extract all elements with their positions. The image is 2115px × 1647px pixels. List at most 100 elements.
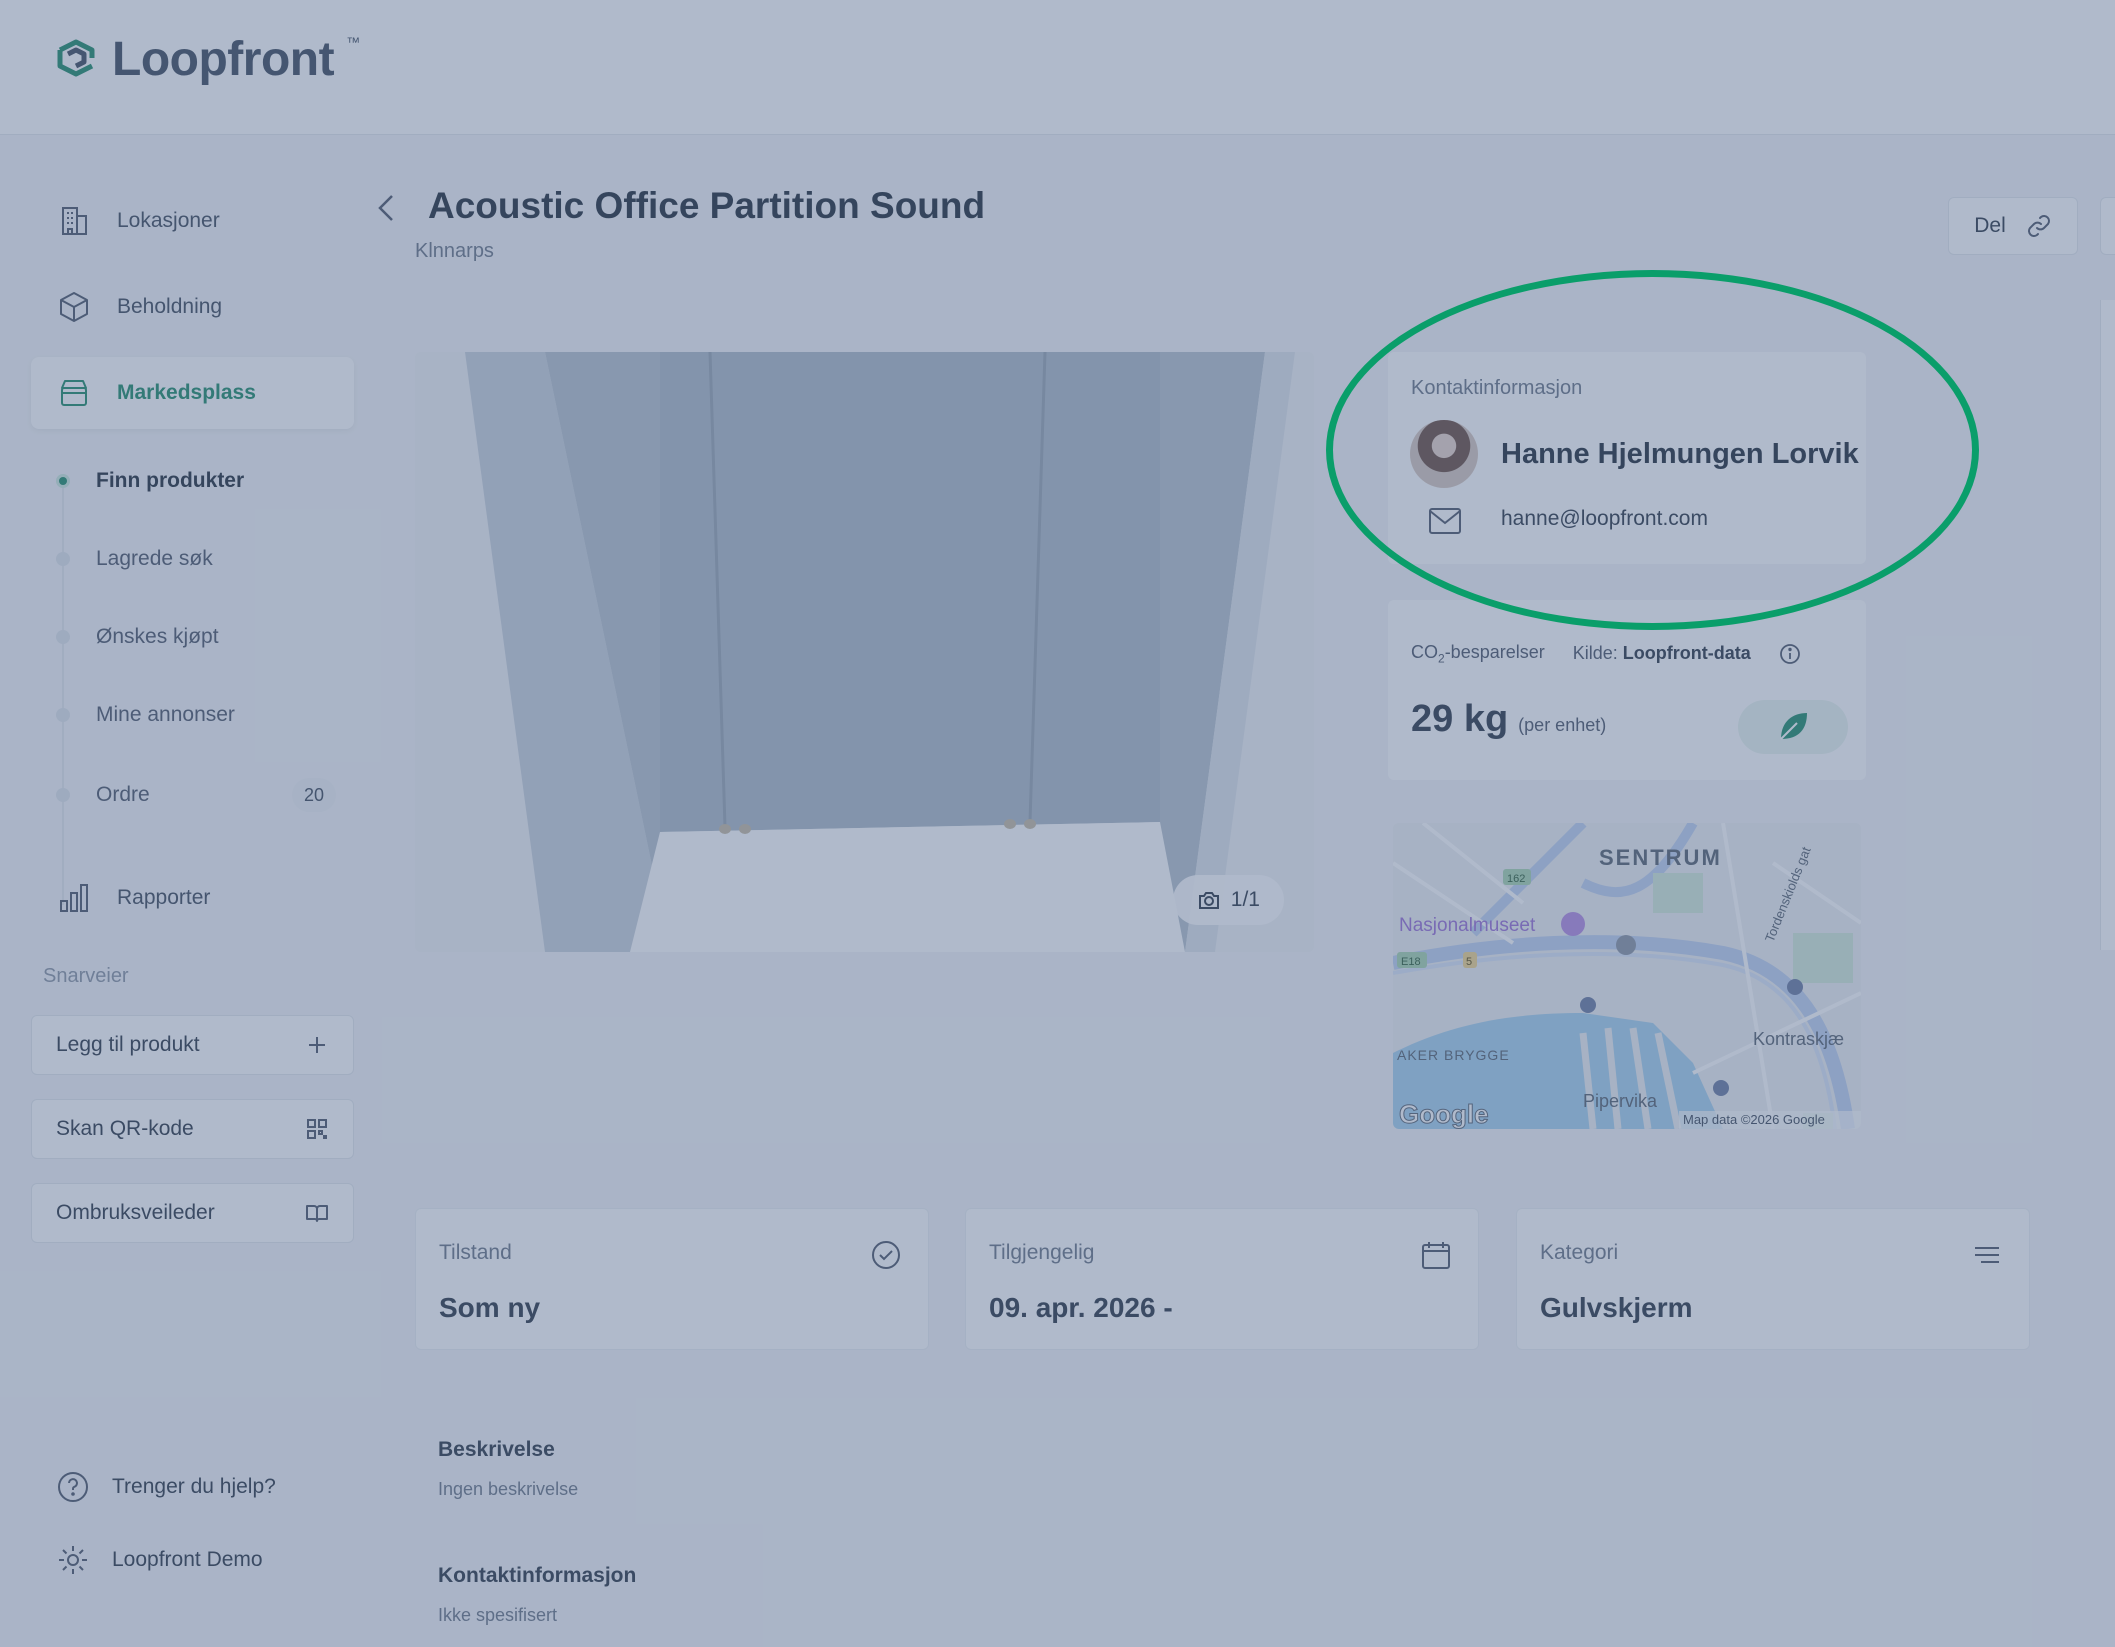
co2-header: CO2-besparelser Kilde: Loopfront-data [1411,642,1801,666]
sub-item-ordre[interactable]: Ordre 20 [56,773,336,817]
camera-icon [1198,892,1219,909]
sub-item-label: Mine annonser [96,703,235,726]
sidebar-item-markedsplass[interactable]: Markedsplass [31,357,354,429]
availability-card: Tilgjengelig 09. apr. 2026 - [965,1208,1479,1350]
list-icon [1975,1247,1999,1263]
sidebar-item-label: Beholdning [117,295,223,318]
map-road-5: 5 [1466,956,1472,968]
help-circle-icon [58,1472,88,1502]
map-canvas: SENTRUM Nasjonalmuseet AKER BRYGGE Piper… [1393,823,1861,1129]
sidebar-item-label: Markedsplass [117,381,256,404]
sidebar-item-beholdning[interactable]: Beholdning [31,271,354,343]
sub-item-onskes-kjopt[interactable]: Ønskes kjøpt [56,615,336,659]
product-brand: Klnnarps [415,240,494,262]
map-label-aker: AKER BRYGGE [1397,1047,1510,1063]
sidebar-item-label: Lokasjoner [117,209,220,232]
calendar-icon [1422,1242,1450,1269]
book-icon [306,1205,328,1222]
map-label-sentrum: SENTRUM [1599,845,1722,870]
category-value: Gulvskjerm [1540,1292,1693,1323]
check-badge-icon [872,1241,900,1269]
category-card: Kategori Gulvskjerm [1516,1208,2030,1350]
logo-trademark: ™ [346,33,361,50]
help-label: Trenger du hjelp? [112,1475,276,1498]
condition-value: Som ny [439,1292,541,1323]
co2-source: Kilde: Loopfront-data [1572,643,1751,664]
map-label-kontraskjae: Kontraskjæ [1753,1029,1844,1049]
sub-item-label: Lagrede søk [96,547,213,570]
sub-item-label: Ordre [96,783,150,806]
link-icon [2027,215,2050,237]
condition-label: Tilstand [439,1241,512,1264]
logo[interactable]: Loopfront ™ [52,32,360,87]
condition-card: Tilstand Som ny [415,1208,929,1350]
shortcuts-heading: Snarveier [43,965,129,987]
map-road-162: 162 [1507,873,1525,885]
sub-item-dot [56,552,70,566]
co2-amount: 29 kg [1411,698,1509,740]
contact-info-heading: Kontaktinformasjon [438,1564,637,1587]
map-label-pipervika: Pipervika [1583,1091,1658,1111]
photo-counter[interactable]: 1/1 [1172,875,1284,925]
shortcut-label: Ombruksveileder [56,1201,215,1224]
description-heading: Beskrivelse [438,1438,555,1461]
map-attribution: Map data ©2026 Google [1683,1112,1825,1127]
share-label: Del [1974,214,2006,237]
co2-label: CO2-besparelser [1411,642,1545,666]
sub-item-label: Finn produkter [96,469,245,492]
scan-qr-button[interactable]: Skan QR-kode [31,1099,354,1159]
settings-label: Loopfront Demo [112,1548,263,1571]
highlight-ellipse [1326,270,1979,630]
sub-item-finn-produkter[interactable]: Finn produkter [56,459,336,503]
sub-item-dot [56,630,70,644]
box-icon [60,292,88,322]
loopfront-logo-icon [57,39,95,76]
help-link[interactable]: Trenger du hjelp? [56,1470,276,1504]
more-button[interactable] [2100,197,2115,255]
sub-item-dot [56,708,70,722]
building-icon [62,207,87,235]
leaf-badge [1738,700,1848,754]
contact-info-text: Ikke spesifisert [438,1605,558,1625]
availability-value: 09. apr. 2026 - [989,1292,1173,1323]
description-text: Ingen beskrivelse [438,1479,579,1499]
top-bar: Loopfront ™ [0,0,2115,135]
sub-item-mine-annonser[interactable]: Mine annonser [56,693,336,737]
back-arrow-icon[interactable] [372,190,402,226]
availability-label: Tilgjengelig [989,1241,1095,1264]
co2-value: 29 kg (per enhet) [1411,698,1606,741]
co2-unit: (per enhet) [1518,715,1607,735]
add-product-button[interactable]: Legg til produkt [31,1015,354,1075]
store-icon [61,380,87,406]
bar-chart-icon [60,884,88,912]
shortcut-label: Legg til produkt [56,1033,200,1056]
sub-item-dot [56,474,70,488]
right-panel-edge [2100,300,2115,950]
sub-item-lagrede-sok[interactable]: Lagrede søk [56,537,336,581]
partition-image [415,352,1314,952]
category-label: Kategori [1540,1241,1619,1264]
sub-item-label: Ønskes kjøpt [96,625,219,648]
qr-code-icon [307,1119,327,1139]
product-photo[interactable]: 1/1 [415,352,1314,952]
map-label-museum: Nasjonalmuseet [1399,915,1536,936]
photo-counter-text: 1/1 [1230,888,1260,911]
product-title: Acoustic Office Partition Sound [428,185,986,226]
share-button[interactable]: Del [1948,197,2078,255]
location-map[interactable]: SENTRUM Nasjonalmuseet AKER BRYGGE Piper… [1393,823,1861,1129]
sidebar-item-lokasjoner[interactable]: Lokasjoner [31,185,354,257]
gear-icon [59,1546,87,1574]
map-road-e18: E18 [1401,956,1421,968]
settings-link[interactable]: Loopfront Demo [56,1543,263,1577]
sidebar-item-label: Rapporter [117,886,211,909]
plus-icon [309,1037,325,1053]
sub-item-dot [56,788,70,802]
sidebar-item-rapporter[interactable]: Rapporter [31,862,354,934]
shortcut-label: Skan QR-kode [56,1117,194,1140]
order-count-badge: 20 [292,778,336,812]
leaf-icon [1780,713,1807,740]
google-logo: Google [1399,1099,1489,1129]
sidebar: Lokasjoner Beholdning Markedsplass Finn … [0,135,380,1647]
info-icon[interactable] [1779,643,1801,665]
reuse-guide-button[interactable]: Ombruksveileder [31,1183,354,1243]
